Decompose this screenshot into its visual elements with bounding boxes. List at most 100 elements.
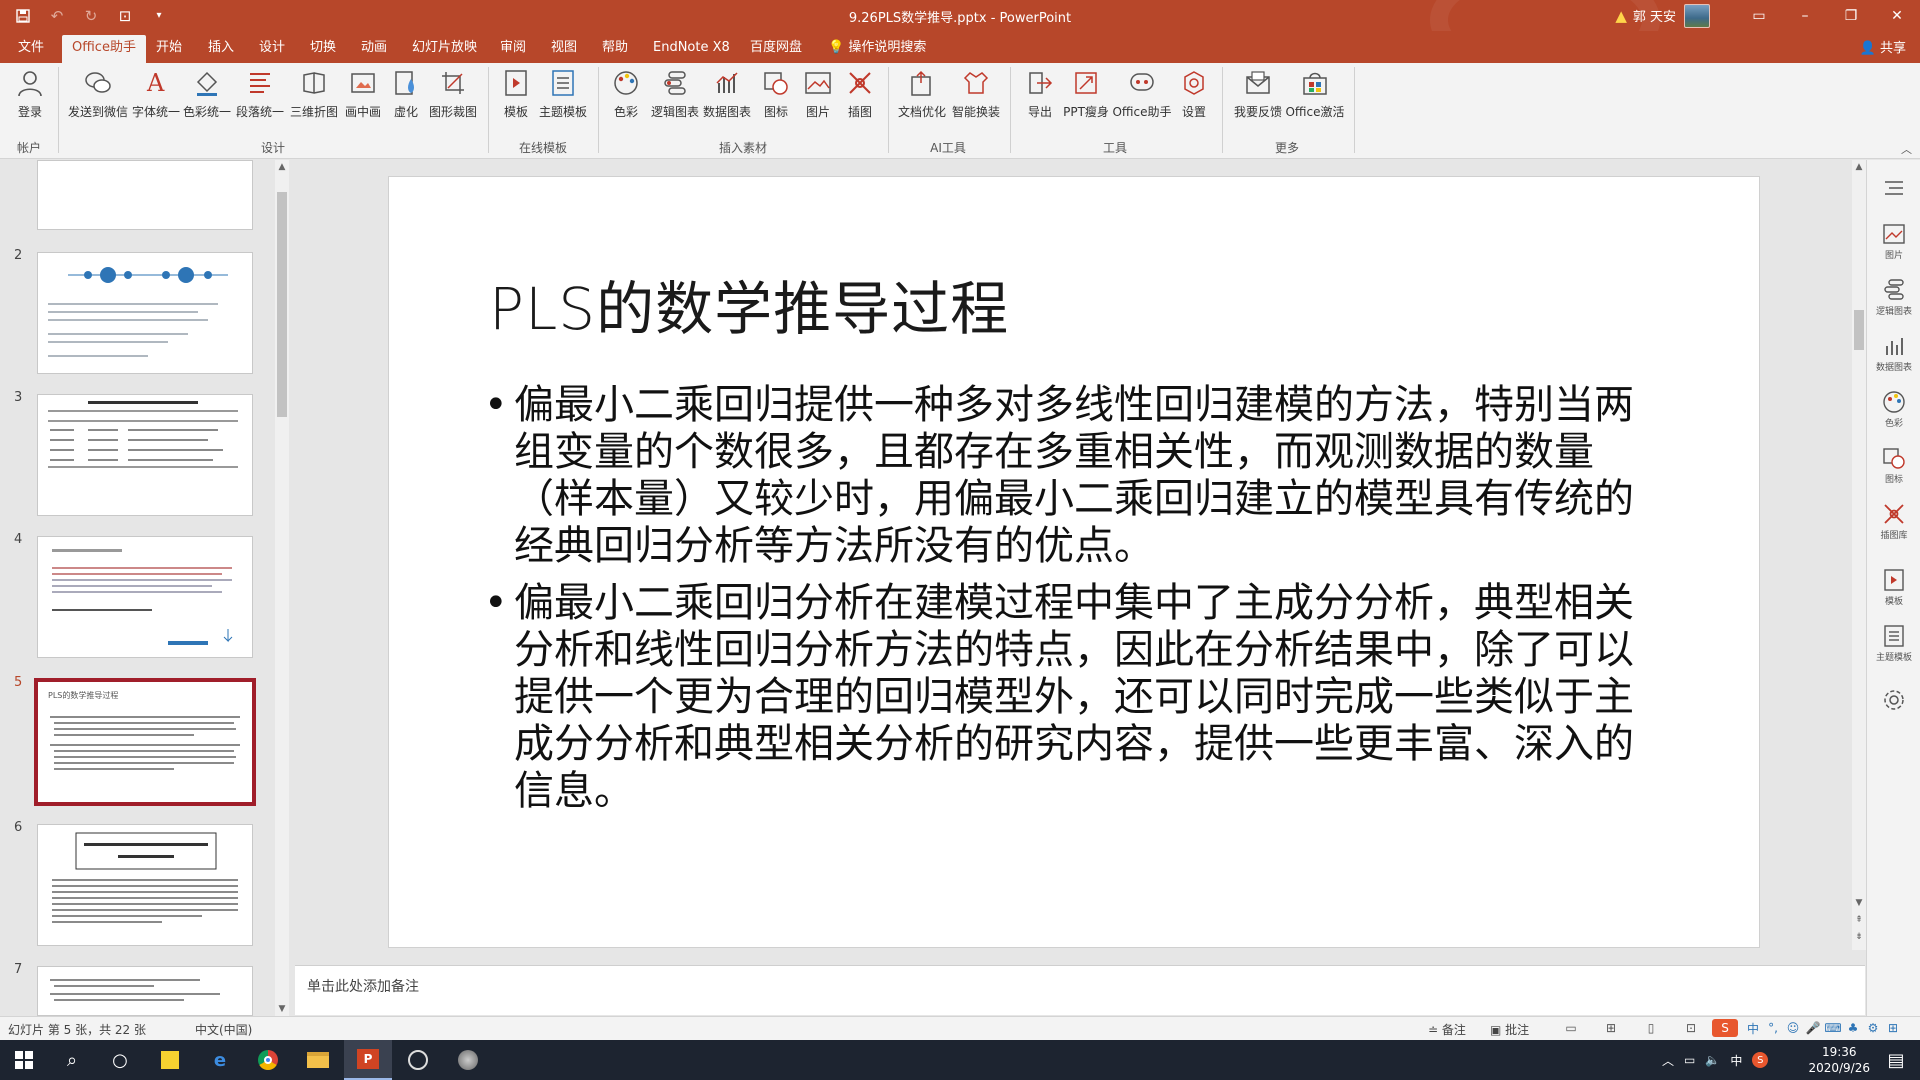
color-unify-button[interactable]: 色彩统一 (183, 67, 231, 127)
volume-icon[interactable]: 🔈 (1705, 1053, 1720, 1067)
slide-thumbnail-selected[interactable]: PLS的数学推导过程 (34, 678, 256, 806)
collapse-ribbon-icon[interactable]: ︿ (1901, 141, 1912, 157)
bullet-item[interactable]: 偏最小二乘回归分析在建模过程中集中了主成分分析，典型相关分析和线性回归分析方法的… (484, 580, 1634, 815)
ribbon-display-options-icon[interactable]: ▭ (1736, 0, 1782, 31)
side-theme-template-button[interactable]: 主题模板 (1867, 622, 1920, 663)
next-slide-icon[interactable]: ⇟ (1852, 932, 1866, 942)
data-chart-button[interactable]: 数据图表 (702, 67, 752, 127)
send-to-wechat-button[interactable]: 发送到微信 (66, 67, 130, 127)
side-template-button[interactable]: 模板 (1867, 566, 1920, 607)
redo-icon[interactable]: ↻ (76, 3, 106, 29)
slide-thumbnail[interactable] (37, 160, 253, 230)
tab-animations[interactable]: 动画 (351, 35, 397, 63)
notifications-icon[interactable]: ▤ (1872, 1040, 1920, 1080)
doc-optimize-button[interactable]: 文档优化 (896, 67, 948, 127)
tab-review[interactable]: 审阅 (490, 35, 536, 63)
minimize-icon[interactable]: – (1782, 0, 1828, 31)
close-icon[interactable]: ✕ (1874, 0, 1920, 31)
chrome-icon[interactable] (244, 1040, 292, 1080)
undo-icon[interactable]: ↶ (42, 3, 72, 29)
tab-baidu-netdisk[interactable]: 百度网盘 (740, 35, 812, 63)
side-illustration-button[interactable]: 插图库 (1867, 500, 1920, 541)
tab-office-assistant[interactable]: Office助手 (62, 35, 146, 63)
slide-thumbnail[interactable] (37, 252, 253, 374)
theme-template-button[interactable]: 主题模板 (538, 67, 588, 127)
comments-toggle-button[interactable]: ▣ 批注 (1490, 1021, 1529, 1038)
tab-transitions[interactable]: 切换 (300, 35, 346, 63)
color-button[interactable]: 色彩 (608, 67, 644, 127)
tab-home[interactable]: 开始 (146, 35, 192, 63)
thumbnail-scrollbar[interactable]: ▲ ▼ (275, 160, 289, 1016)
ime-skin-icon[interactable]: ♣ (1842, 1019, 1864, 1037)
sogou-ime-icon[interactable]: S (1712, 1019, 1738, 1037)
slide-thumbnail[interactable] (37, 394, 253, 516)
ime-emoji-icon[interactable]: ☺ (1782, 1019, 1804, 1037)
system-clock[interactable]: 19:36 2020/9/26 (1808, 1044, 1870, 1076)
ime-voice-icon[interactable]: 🎤 (1802, 1019, 1824, 1037)
battery-icon[interactable]: ▭ (1684, 1053, 1695, 1067)
scroll-up-icon[interactable]: ▲ (1852, 162, 1866, 172)
template-button[interactable]: 模板 (498, 67, 534, 127)
side-color-button[interactable]: 色彩 (1867, 388, 1920, 429)
settings-button[interactable]: 设置 (1176, 67, 1212, 127)
tray-expand-icon[interactable]: ︿ (1662, 1052, 1674, 1069)
user-name[interactable]: 郭 天安 (1633, 6, 1676, 25)
notes-placeholder[interactable]: 单击此处添加备注 (307, 976, 419, 996)
office-activate-button[interactable]: Office激活 (1285, 67, 1345, 127)
feedback-button[interactable]: 我要反馈 (1232, 67, 1284, 127)
obs-icon[interactable] (394, 1040, 442, 1080)
tab-file[interactable]: 文件 (8, 35, 54, 63)
share-button[interactable]: 👤 共享 (1860, 37, 1906, 56)
tab-slideshow[interactable]: 幻灯片放映 (402, 35, 487, 63)
powerpoint-taskbar-icon[interactable]: P (344, 1040, 392, 1080)
edge-icon[interactable]: e (196, 1040, 244, 1080)
presentation-start-icon[interactable]: ⊡ (110, 3, 140, 29)
bullet-item[interactable]: 偏最小二乘回归提供一种多对多线性回归建模的方法，特别当两组变量的个数很多，且都存… (484, 382, 1634, 570)
logic-chart-button[interactable]: 逻辑图表 (650, 67, 700, 127)
side-settings-button[interactable] (1867, 686, 1920, 714)
tab-insert[interactable]: 插入 (198, 35, 244, 63)
scroll-down-icon[interactable]: ▼ (275, 1004, 289, 1014)
slide-canvas[interactable]: PLS的数学推导过程 偏最小二乘回归提供一种多对多线性回归建模的方法，特别当两组… (388, 176, 1760, 948)
scroll-down-icon[interactable]: ▼ (1852, 898, 1866, 908)
start-icon[interactable] (0, 1040, 48, 1080)
ime-grid-icon[interactable]: ⊞ (1882, 1019, 1904, 1037)
notes-toggle-button[interactable]: ≐ 备注 (1428, 1021, 1466, 1038)
blur-button[interactable]: 虚化 (388, 67, 424, 127)
scrollbar-thumb[interactable] (277, 192, 287, 417)
warning-icon[interactable]: ▲ (1615, 7, 1627, 25)
reading-view-icon[interactable]: ▯ (1640, 1019, 1662, 1037)
tell-me-search[interactable]: 💡 操作说明搜索 (818, 35, 936, 63)
tab-endnote[interactable]: EndNote X8 (643, 35, 740, 63)
ime-indicator[interactable]: 中 (1730, 1052, 1742, 1069)
side-data-chart-button[interactable]: 数据图表 (1867, 332, 1920, 373)
side-icons-button[interactable]: 图标 (1867, 444, 1920, 485)
image-button[interactable]: 图片 (800, 67, 836, 127)
sogou-tray-icon[interactable]: S (1752, 1052, 1769, 1068)
slide-bullet-list[interactable]: 偏最小二乘回归提供一种多对多线性回归建模的方法，特别当两组变量的个数很多，且都存… (484, 382, 1634, 825)
restore-icon[interactable]: ❐ (1828, 0, 1874, 31)
3d-fold-button[interactable]: 三维折图 (290, 67, 338, 127)
icons-button[interactable]: 图标 (758, 67, 794, 127)
avatar[interactable] (1684, 3, 1710, 28)
qat-customize-icon[interactable]: ▾ (144, 3, 174, 29)
shape-crop-button[interactable]: 图形裁图 (428, 67, 478, 127)
sticky-notes-icon[interactable] (146, 1040, 194, 1080)
search-icon[interactable]: ⌕ (48, 1040, 96, 1080)
ime-keyboard-icon[interactable]: ⌨ (1822, 1019, 1844, 1037)
ime-mode-icon[interactable]: 中 (1742, 1019, 1764, 1037)
font-unify-button[interactable]: A 字体统一 (132, 67, 180, 127)
scroll-up-icon[interactable]: ▲ (275, 162, 289, 172)
language-indicator[interactable]: 中文(中国) (195, 1021, 252, 1038)
slideshow-view-icon[interactable]: ⊡ (1680, 1019, 1702, 1037)
tab-view[interactable]: 视图 (541, 35, 587, 63)
ppt-slim-button[interactable]: PPT瘦身 (1060, 67, 1112, 127)
login-button[interactable]: 登录 (10, 67, 50, 127)
office-assistant-button[interactable]: Office助手 (1112, 67, 1172, 127)
tab-help[interactable]: 帮助 (592, 35, 638, 63)
scrollbar-thumb[interactable] (1854, 310, 1864, 350)
side-logic-chart-button[interactable]: 逻辑图表 (1867, 276, 1920, 317)
slide-thumbnail[interactable] (37, 536, 253, 658)
paragraph-unify-button[interactable]: 段落统一 (236, 67, 284, 127)
slide-title[interactable]: PLS的数学推导过程 (489, 262, 1009, 346)
